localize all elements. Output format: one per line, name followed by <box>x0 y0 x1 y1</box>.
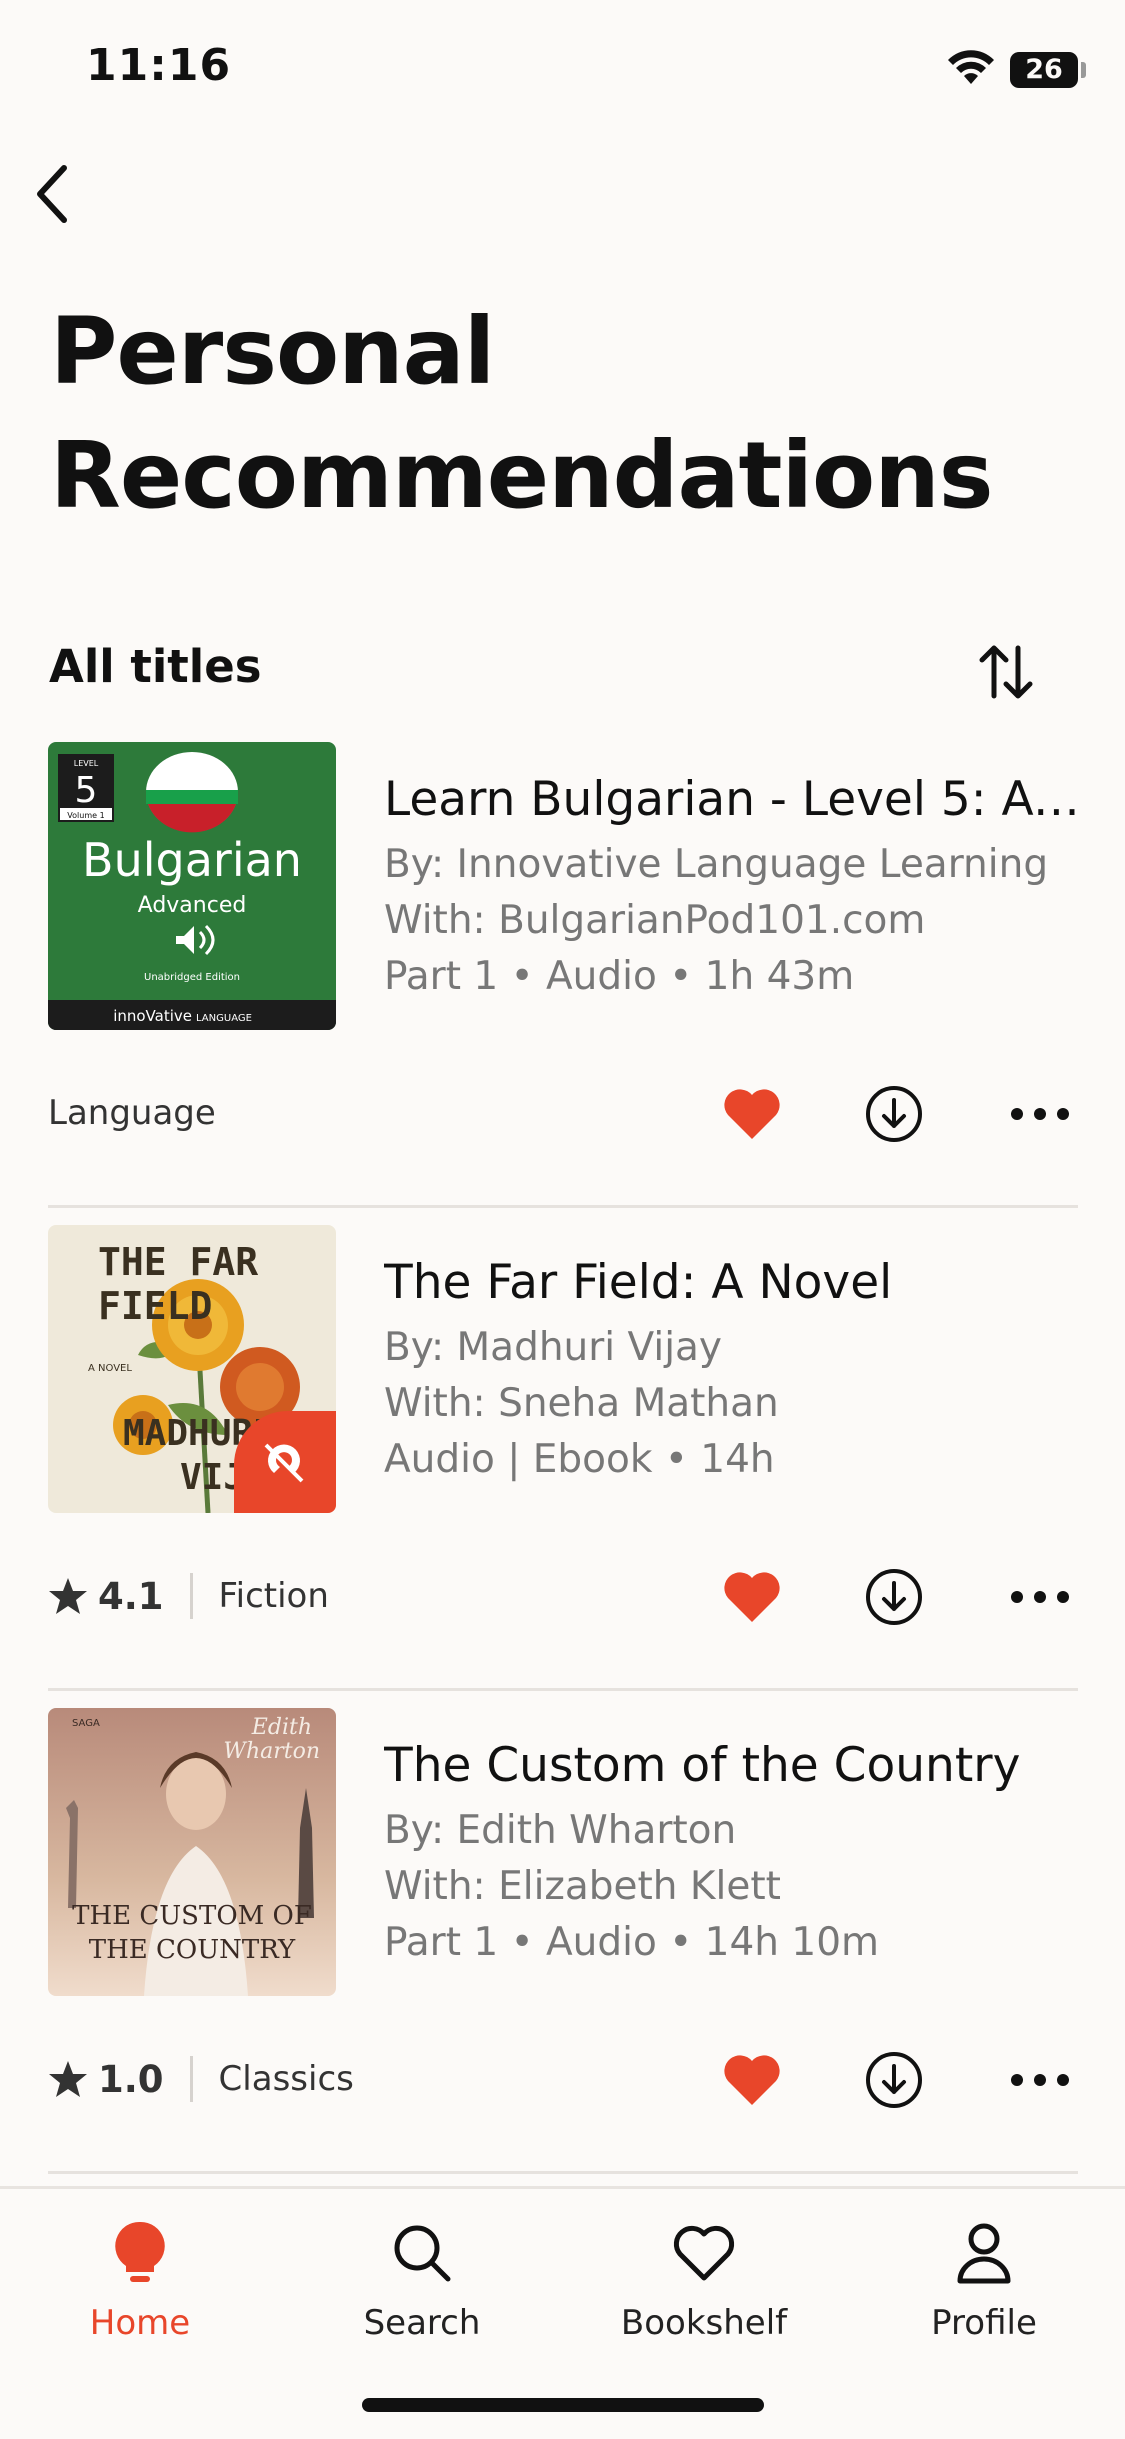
tab-label: Search <box>363 2303 481 2343</box>
wifi-icon <box>946 48 996 92</box>
more-icon <box>1011 1591 1069 1603</box>
page-title-line1: Personal <box>50 298 495 405</box>
sort-icon <box>979 645 1033 699</box>
cover-subtitle: A NOVEL <box>88 1363 132 1374</box>
rating: 1.0 <box>48 2058 164 2101</box>
book-title[interactable]: Learn Bulgarian - Level 5: Advanced <box>384 772 1084 827</box>
book-author: By: Innovative Language Learning <box>384 842 1049 887</box>
book-cover[interactable]: Edith Wharton SAGA THE CUSTOM OF THE COU… <box>48 1708 336 1996</box>
download-icon <box>866 1086 922 1142</box>
book-meta: 4.1 Fiction <box>48 1565 329 1627</box>
cover-volume: Volume 1 <box>67 811 104 820</box>
book-meta: 1.0 Classics <box>48 2048 354 2110</box>
more-options-button[interactable] <box>1004 1565 1076 1629</box>
download-button[interactable] <box>862 2048 926 2112</box>
book-title[interactable]: The Far Field: A Novel <box>384 1255 1084 1310</box>
book-narrator: With: Elizabeth Klett <box>384 1864 781 1909</box>
favorite-button[interactable] <box>720 2050 784 2110</box>
download-button[interactable] <box>862 1565 926 1629</box>
cover-title-line1: THE FAR <box>98 1240 258 1284</box>
tab-bookshelf[interactable]: Bookshelf <box>604 2213 804 2373</box>
book-category: Language <box>48 1093 216 1133</box>
chevron-left-icon <box>37 165 67 223</box>
divider <box>48 2171 1078 2174</box>
page-title-line2: Recommendations <box>50 422 994 529</box>
more-icon <box>1011 1108 1069 1120</box>
more-options-button[interactable] <box>1004 2048 1076 2112</box>
page-title: Personal Recommendations <box>50 290 1090 538</box>
section-title: All titles <box>49 640 262 693</box>
favorite-button[interactable] <box>720 1084 784 1144</box>
rating: 4.1 <box>48 1575 164 1618</box>
tab-label: Profile <box>931 2303 1037 2343</box>
rating-value: 4.1 <box>98 1574 164 1618</box>
cover-level: 5 <box>75 770 98 811</box>
profile-icon <box>884 2213 1084 2293</box>
tab-search[interactable]: Search <box>322 2213 522 2373</box>
status-time: 11:16 <box>86 40 232 91</box>
book-item[interactable]: LEVEL 5 Volume 1 Bulgarian Advanced Unab… <box>48 742 1084 1226</box>
cover-publisher: innoVative <box>113 1007 192 1025</box>
download-icon <box>866 2052 922 2108</box>
tab-profile[interactable]: Profile <box>884 2213 1084 2373</box>
cover-title-line2: THE COUNTRY <box>89 1935 296 1965</box>
book-author: By: Edith Wharton <box>384 1808 737 1853</box>
cover-publisher: SAGA <box>72 1718 100 1729</box>
heart-filled-icon <box>724 1089 780 1139</box>
meta-separator <box>189 1573 193 1619</box>
book-title[interactable]: The Custom of the Country <box>384 1738 1084 1793</box>
book-author: By: Madhuri Vijay <box>384 1325 723 1370</box>
more-options-button[interactable] <box>1004 1082 1076 1146</box>
cover-author-line1: Edith <box>251 1715 312 1740</box>
favorite-button[interactable] <box>720 1567 784 1627</box>
heart-filled-icon <box>724 2055 780 2105</box>
book-cover[interactable]: THE FAR FIELD A NOVEL MADHURI VIJAY <box>48 1225 336 1513</box>
back-button[interactable] <box>20 162 84 226</box>
sort-button[interactable] <box>968 636 1044 708</box>
book-meta: Language <box>48 1082 216 1144</box>
download-icon <box>866 1569 922 1625</box>
battery-icon: 26 <box>1010 52 1078 88</box>
cover-level-small: LEVEL <box>74 759 99 768</box>
divider <box>48 1688 1078 1691</box>
book-details: Part 1 • Audio • 1h 43m <box>384 954 855 999</box>
cover-language: Bulgarian <box>82 833 302 887</box>
divider <box>48 1205 1078 1208</box>
tab-label: Bookshelf <box>620 2303 788 2343</box>
tab-home[interactable]: Home <box>40 2213 240 2373</box>
book-item[interactable]: Edith Wharton SAGA THE CUSTOM OF THE COU… <box>48 1708 1078 2192</box>
lightbulb-icon <box>40 2213 240 2293</box>
cover-title-line1: THE CUSTOM OF <box>72 1901 312 1931</box>
more-icon <box>1011 2074 1069 2086</box>
rating-value: 1.0 <box>98 2057 164 2101</box>
cover-author-line2: Wharton <box>223 1739 320 1764</box>
home-indicator <box>362 2398 764 2412</box>
tab-label: Home <box>89 2303 191 2343</box>
book-category: Classics <box>218 2059 354 2099</box>
battery-tip <box>1081 62 1086 78</box>
book-category: Fiction <box>218 1576 329 1616</box>
status-bar: 11:16 26 <box>0 0 1125 140</box>
meta-separator <box>189 2056 193 2102</box>
cover-edition: Unabridged Edition <box>144 972 240 983</box>
heart-filled-icon <box>724 1572 780 1622</box>
cover-publisher-suffix: LANGUAGE <box>196 1013 252 1024</box>
book-narrator: With: BulgarianPod101.com <box>384 898 926 943</box>
book-item[interactable]: THE FAR FIELD A NOVEL MADHURI VIJAY The … <box>48 1225 1078 1709</box>
book-details: Part 1 • Audio • 14h 10m <box>384 1920 880 1965</box>
cover-level-name: Advanced <box>138 893 247 918</box>
book-details: Audio | Ebook • 14h <box>384 1437 775 1482</box>
book-cover[interactable]: LEVEL 5 Volume 1 Bulgarian Advanced Unab… <box>48 742 336 1030</box>
heart-outline-icon <box>604 2213 804 2293</box>
download-button[interactable] <box>862 1082 926 1146</box>
star-icon <box>49 1578 87 1614</box>
book-narrator: With: Sneha Mathan <box>384 1381 779 1426</box>
star-icon <box>49 2061 87 2097</box>
search-icon <box>322 2213 522 2293</box>
cover-title-line2: FIELD <box>98 1284 212 1328</box>
